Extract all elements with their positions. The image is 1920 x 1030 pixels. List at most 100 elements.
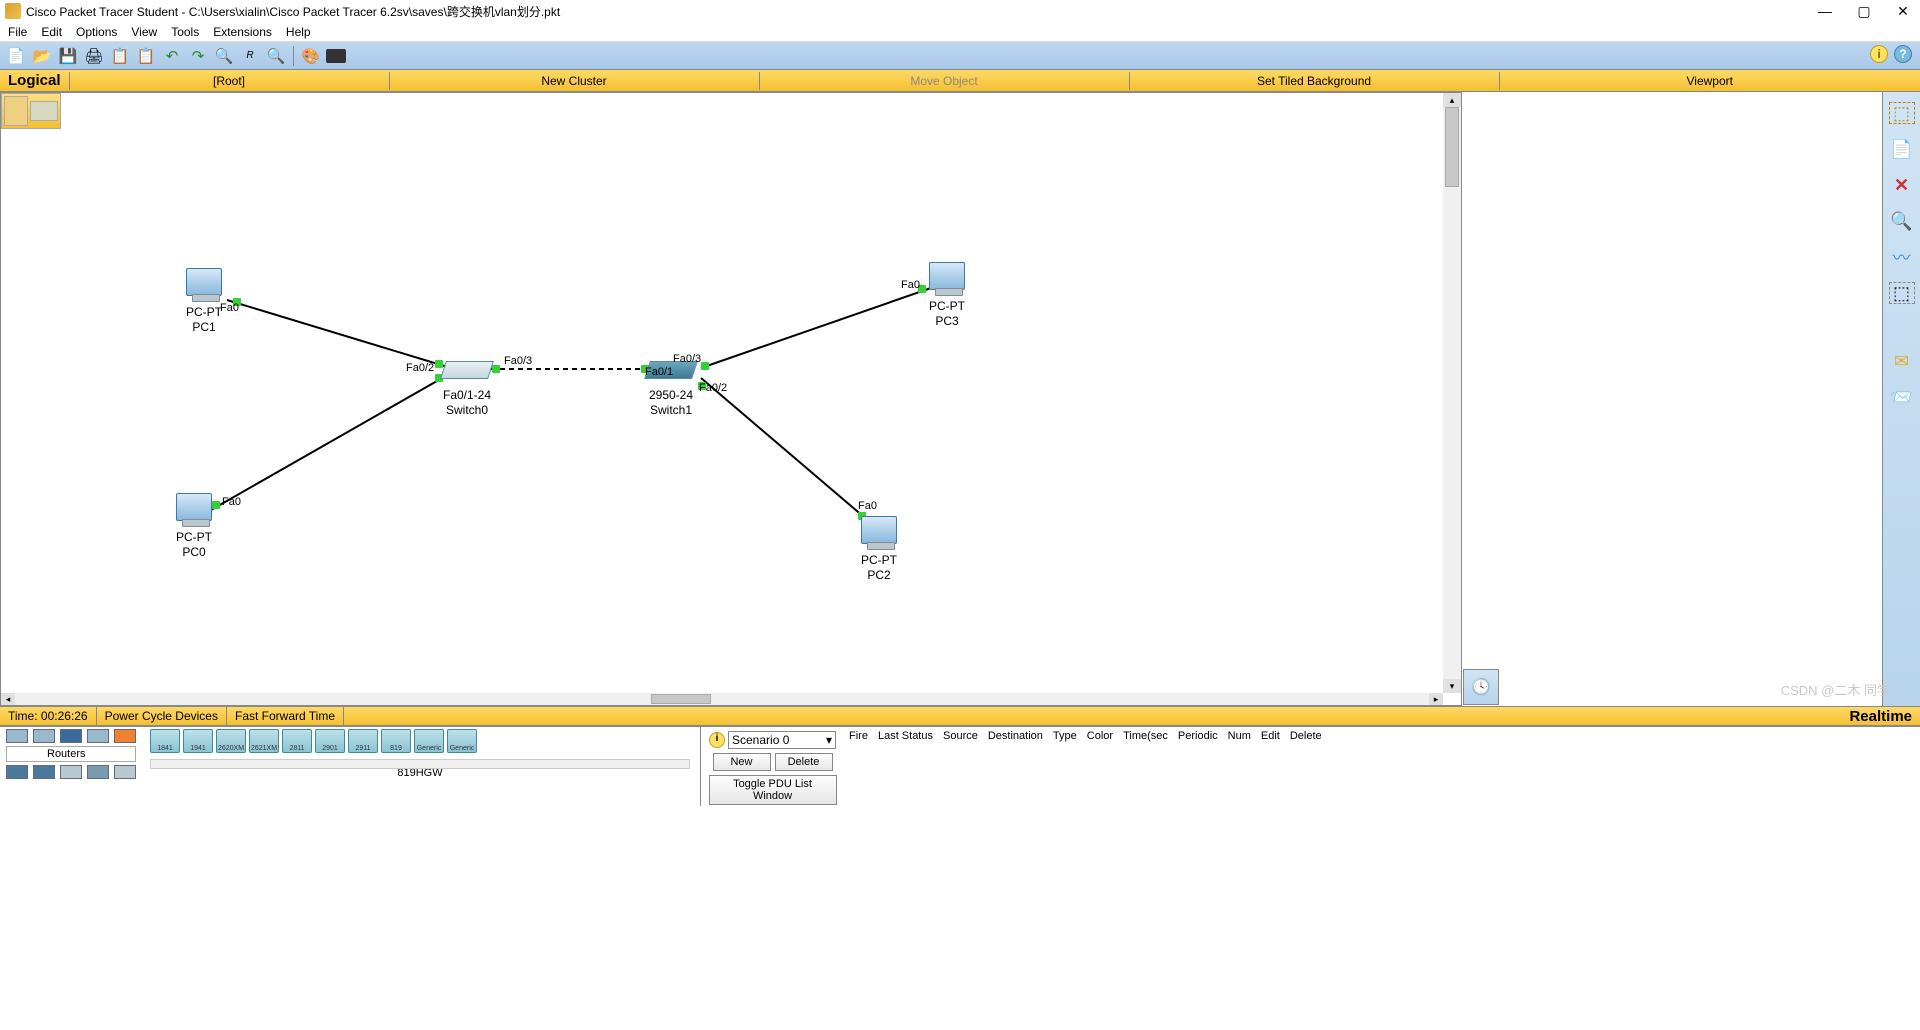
category-label: Routers: [6, 746, 136, 762]
port-label: Fa0/1: [645, 366, 673, 378]
category-connections-icon[interactable]: [114, 729, 136, 743]
realtime-toggle-icon[interactable]: 🕓: [1463, 669, 1499, 705]
col-color[interactable]: Color: [1082, 728, 1118, 744]
root-button[interactable]: [Root]: [69, 72, 389, 90]
complex-pdu-icon[interactable]: 📨: [1889, 386, 1915, 408]
category-multiuser-icon[interactable]: [114, 765, 136, 779]
device-pc1[interactable]: PC-PTPC1: [186, 268, 222, 335]
new-file-icon[interactable]: 📄: [5, 45, 27, 67]
app-icon: [5, 3, 21, 19]
help-icon[interactable]: ?: [1894, 45, 1912, 63]
toggle-pdu-button[interactable]: Toggle PDU List Window: [709, 775, 837, 805]
col-edit[interactable]: Edit: [1256, 728, 1285, 744]
paste-icon[interactable]: 📋: [135, 45, 157, 67]
new-scenario-button[interactable]: New: [713, 753, 771, 771]
scroll-left-icon[interactable]: ◂: [1, 693, 15, 705]
col-time[interactable]: Time(sec: [1118, 728, 1173, 744]
drawing-palette-icon[interactable]: 🎨: [300, 45, 322, 67]
simple-pdu-icon[interactable]: ✉: [1889, 350, 1915, 372]
minimize-button[interactable]: —: [1818, 4, 1832, 18]
fast-forward-button[interactable]: Fast Forward Time: [227, 707, 344, 725]
workspace[interactable]: PC-PTPC1 Fa0 PC-PTPC0 Fa0 Fa0/1-24Switch…: [0, 92, 1462, 706]
zoom-in-icon[interactable]: 🔍: [213, 45, 235, 67]
open-file-icon[interactable]: 📂: [31, 45, 53, 67]
col-last-status[interactable]: Last Status: [873, 728, 938, 744]
resize-tool-icon[interactable]: ⬚: [1889, 282, 1915, 304]
print-icon[interactable]: 🖨: [83, 45, 105, 67]
col-source[interactable]: Source: [938, 728, 983, 744]
device-type-1841[interactable]: 1841: [150, 729, 180, 753]
category-security-icon[interactable]: [33, 765, 55, 779]
zoom-out-icon[interactable]: 🔍: [265, 45, 287, 67]
inspect-tool-icon[interactable]: 🔍: [1889, 210, 1915, 232]
device-type-2901[interactable]: 2901: [315, 729, 345, 753]
device-pc2[interactable]: PC-PTPC2: [861, 516, 897, 583]
select-tool-icon[interactable]: ⬚: [1889, 102, 1915, 124]
scroll-thumb[interactable]: [1445, 107, 1459, 187]
scroll-up-icon[interactable]: ▴: [1443, 93, 1461, 107]
menu-file[interactable]: File: [8, 25, 27, 39]
col-destination[interactable]: Destination: [983, 728, 1048, 744]
menu-options[interactable]: Options: [76, 25, 117, 39]
category-routers-icon[interactable]: [6, 729, 28, 743]
device-type-2620xm[interactable]: 2620XM: [216, 729, 246, 753]
col-delete[interactable]: Delete: [1285, 728, 1327, 744]
close-button[interactable]: ✕: [1896, 4, 1910, 18]
zoom-reset-icon[interactable]: R: [239, 45, 261, 67]
menu-edit[interactable]: Edit: [41, 25, 62, 39]
info-icon[interactable]: i: [709, 732, 725, 748]
device-type-generic[interactable]: Generic: [447, 729, 477, 753]
note-tool-icon[interactable]: 📄: [1889, 138, 1915, 160]
col-fire[interactable]: Fire: [844, 728, 873, 744]
device-type-1941[interactable]: 1941: [183, 729, 213, 753]
delete-tool-icon[interactable]: ✕: [1889, 174, 1915, 196]
scroll-right-icon[interactable]: ▸: [1429, 693, 1443, 705]
redo-icon[interactable]: ↷: [187, 45, 209, 67]
delete-scenario-button[interactable]: Delete: [775, 753, 833, 771]
power-cycle-button[interactable]: Power Cycle Devices: [97, 707, 227, 725]
device-type-2911[interactable]: 2911: [348, 729, 378, 753]
right-toolbar: ⬚ 📄 ✕ 🔍 〰 ⬚ ✉ 📨: [1882, 92, 1920, 706]
new-cluster-button[interactable]: New Cluster: [389, 72, 759, 90]
device-type-2811[interactable]: 2811: [282, 729, 312, 753]
col-periodic[interactable]: Periodic: [1173, 728, 1223, 744]
category-hubs-icon[interactable]: [60, 729, 82, 743]
category-wan-icon[interactable]: [60, 765, 82, 779]
menu-tools[interactable]: Tools: [171, 25, 199, 39]
maximize-button[interactable]: ▢: [1857, 4, 1871, 18]
save-icon[interactable]: 💾: [57, 45, 79, 67]
scenario-select[interactable]: Scenario 0 ▾: [728, 731, 836, 749]
viewport-button[interactable]: Viewport: [1499, 72, 1920, 90]
category-custom-icon[interactable]: [87, 765, 109, 779]
col-type[interactable]: Type: [1048, 728, 1082, 744]
device-pc0[interactable]: PC-PTPC0: [176, 493, 212, 560]
category-switches-icon[interactable]: [33, 729, 55, 743]
move-object-button[interactable]: Move Object: [759, 72, 1129, 90]
category-wireless-icon[interactable]: [87, 729, 109, 743]
undo-icon[interactable]: ↶: [161, 45, 183, 67]
set-tiled-background-button[interactable]: Set Tiled Background: [1129, 72, 1499, 90]
menu-extensions[interactable]: Extensions: [213, 25, 272, 39]
realtime-label: Realtime: [1841, 708, 1920, 725]
device-switch0[interactable]: Fa0/1-24Switch0: [443, 361, 491, 418]
menu-help[interactable]: Help: [286, 25, 311, 39]
device-type-2621xm[interactable]: 2621XM: [249, 729, 279, 753]
copy-icon[interactable]: 📋: [109, 45, 131, 67]
scroll-thumb[interactable]: [651, 694, 711, 704]
category-end-devices-icon[interactable]: [6, 765, 28, 779]
device-pc3[interactable]: PC-PTPC3: [929, 262, 965, 329]
col-num[interactable]: Num: [1223, 728, 1256, 744]
horizontal-scrollbar[interactable]: ◂ ▸: [1, 693, 1443, 705]
device-type-generic[interactable]: Generic: [414, 729, 444, 753]
vertical-scrollbar[interactable]: ▴ ▾: [1443, 93, 1461, 693]
menu-view[interactable]: View: [131, 25, 157, 39]
device-type-819[interactable]: 819: [381, 729, 411, 753]
custom-device-icon[interactable]: [326, 49, 346, 63]
topology-canvas[interactable]: PC-PTPC1 Fa0 PC-PTPC0 Fa0 Fa0/1-24Switch…: [1, 93, 1443, 693]
scenario-panel: i Scenario 0 ▾ New Delete Toggle PDU Lis…: [700, 727, 844, 806]
device-scrollbar[interactable]: [150, 759, 690, 769]
draw-tool-icon[interactable]: 〰: [1889, 246, 1915, 268]
info-icon[interactable]: i: [1870, 45, 1888, 63]
scroll-down-icon[interactable]: ▾: [1443, 679, 1461, 693]
device-label: PC-PTPC2: [861, 553, 897, 583]
